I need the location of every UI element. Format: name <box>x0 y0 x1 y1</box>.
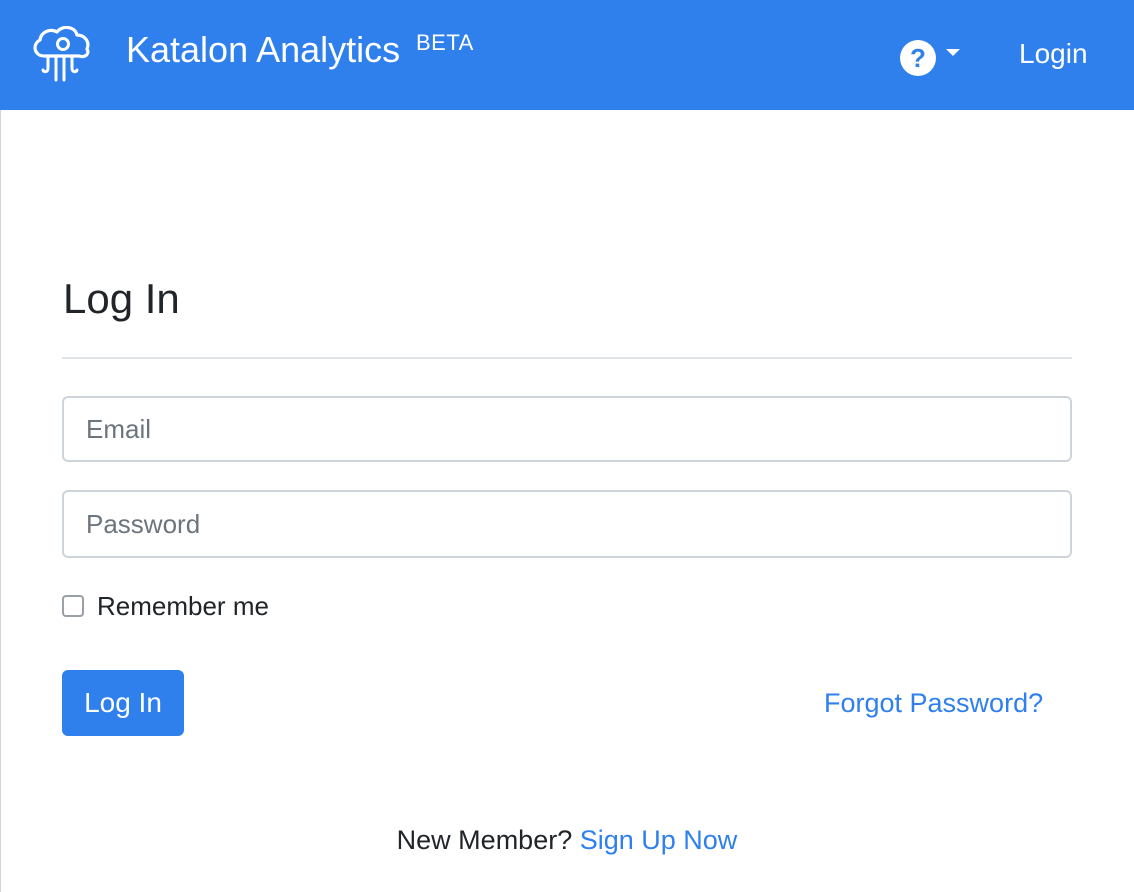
sign-up-link[interactable]: Sign Up Now <box>580 825 738 855</box>
new-member-prompt: New Member? <box>396 825 580 855</box>
brand-name[interactable]: Katalon Analytics <box>126 28 400 72</box>
password-field[interactable] <box>62 490 1072 558</box>
title-divider <box>62 357 1072 359</box>
page-left-border <box>0 110 1 892</box>
email-field[interactable] <box>62 396 1072 462</box>
remember-me-label[interactable]: Remember me <box>97 590 269 622</box>
jellyfish-cloud-logo-icon[interactable] <box>30 26 92 84</box>
remember-me-checkbox[interactable] <box>62 595 84 617</box>
nav-login-link[interactable]: Login <box>1019 36 1088 72</box>
signup-row: New Member? Sign Up Now <box>0 823 1134 857</box>
beta-badge: BETA <box>416 30 474 55</box>
forgot-password-link[interactable]: Forgot Password? <box>824 686 1043 720</box>
page-title: Log In <box>63 275 180 322</box>
help-dropdown-toggle[interactable]: ? <box>900 38 964 78</box>
help-icon: ? <box>900 40 936 76</box>
caret-down-icon <box>946 49 960 56</box>
login-submit-button[interactable]: Log In <box>62 670 184 736</box>
top-navbar: Katalon Analytics BETA ? Login <box>0 0 1134 110</box>
